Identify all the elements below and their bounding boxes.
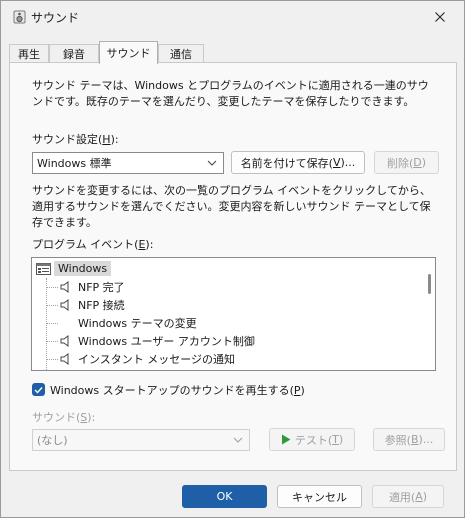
save-as-button[interactable]: 名前を付けて保存(V)... [231,151,365,174]
tab-communications[interactable]: 通信 [158,44,204,63]
event-item-label: Windows ユーザー アカウント制御 [78,335,255,348]
instructions-text: サウンドを変更するには、次の一覧のプログラム イベントをクリックしてから、適用す… [32,184,431,229]
tab-sounds[interactable]: サウンド [99,41,158,64]
sound-scheme-select[interactable]: Windows 標準 [32,152,224,174]
title-bar: サウンド [1,1,464,33]
tab-playback[interactable]: 再生 [9,44,49,63]
event-item[interactable]: NFP 完了 [60,278,125,296]
speaker-icon [60,353,69,365]
speaker-icon [60,281,69,293]
speaker-icon [60,335,69,347]
theme-description: サウンド テーマは、Windows とプログラムのイベントに適用される一連のサウ… [32,79,429,108]
event-item[interactable]: NFP 接続 [60,296,125,314]
close-button[interactable] [424,5,456,29]
tree-branch [46,359,58,360]
chevron-down-icon [233,437,243,443]
vertical-scrollbar[interactable] [423,258,435,370]
scheme-label: サウンド設定(H): [32,133,119,146]
tab-recording[interactable]: 録音 [49,44,99,63]
browse-button[interactable]: 参照(B)... [373,428,445,451]
checkmark-icon [34,386,43,394]
event-item-label: NFP 完了 [78,281,125,294]
chevron-down-icon [207,160,217,166]
program-events-list[interactable]: Windows NFP 完了 NFP 接続 Windows テーマの変更 Win… [31,257,436,371]
tree-branch [46,341,58,342]
tree-root-label: Windows [54,261,112,276]
sound-file-select[interactable]: (なし) [32,429,250,451]
startup-sound-label[interactable]: Windows スタートアップのサウンドを再生する(P) [50,382,305,398]
speaker-app-icon [13,10,26,24]
tree-root-windows[interactable]: Windows [36,260,112,277]
sound-dialog: サウンド 再生 録音 サウンド 通信 サウンド テーマは、Windows とプロ… [0,0,465,518]
event-item[interactable]: Windows ユーザー アカウント制御 [60,332,255,350]
program-events-label: プログラム イベント(E): [32,238,154,251]
event-item-label: インスタント メッセージの通知 [78,353,236,366]
scrollbar-thumb[interactable] [428,274,431,294]
event-item-label: NFP 接続 [78,299,125,312]
sound-file-value: (なし) [37,434,68,447]
sounds-label: サウンド(S): [32,411,96,424]
cancel-button[interactable]: キャンセル [277,485,362,508]
tree-branch [46,305,58,306]
apply-button[interactable]: 適用(A) [372,485,444,508]
tree-branch [46,287,58,288]
tab-strip: 再生 録音 サウンド 通信 [9,41,457,64]
event-item-label: Windows テーマの変更 [78,317,197,330]
delete-button[interactable]: 削除(D) [374,151,439,174]
close-icon [435,12,445,22]
sound-scheme-value: Windows 標準 [37,157,112,170]
tree-connector [46,278,47,370]
ok-button[interactable]: OK [182,485,267,508]
play-icon [281,434,291,445]
speaker-icon [60,299,69,311]
event-item[interactable]: インスタント メッセージの通知 [60,350,235,368]
tree-branch [46,323,58,324]
window-title: サウンド [31,11,80,25]
window-icon [36,262,51,275]
sounds-tab-panel: サウンド テーマは、Windows とプログラムのイベントに適用される一連のサウ… [9,62,457,471]
test-button[interactable]: テスト(T) [269,428,355,451]
event-item[interactable]: Windows テーマの変更 [60,314,197,332]
startup-sound-checkbox[interactable] [32,383,45,396]
